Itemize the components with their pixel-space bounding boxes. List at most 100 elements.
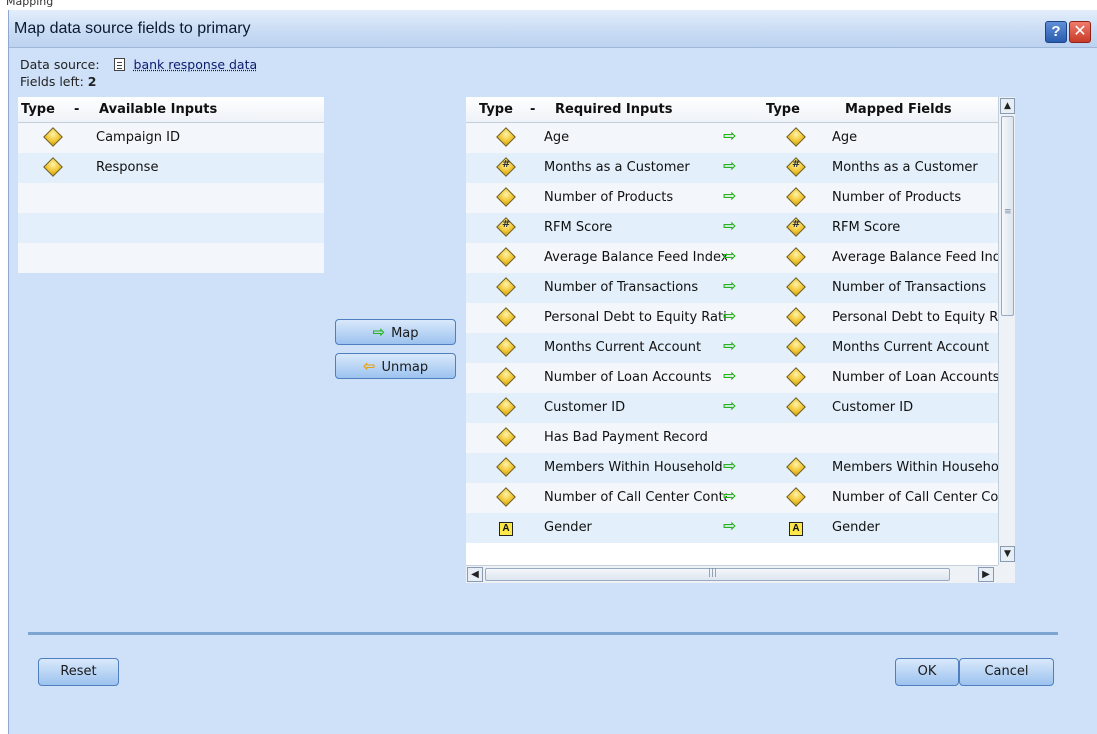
mapped-field-name[interactable]: Gender (832, 520, 998, 535)
available-input-name: Response (96, 160, 159, 175)
col-type-header[interactable]: Type (479, 102, 513, 117)
vertical-scrollbar[interactable]: ▲ ≡ ▼ (998, 97, 1015, 565)
required-input-name: Members Within Household (544, 460, 723, 475)
scroll-right-button[interactable]: ▶ (978, 567, 994, 582)
a-box-icon: A (789, 522, 803, 536)
mapped-type-cell (786, 277, 806, 298)
data-source-row: Data source: bank response data (20, 57, 257, 72)
horizontal-scrollbar[interactable]: ◀ ||| ▶ (466, 565, 998, 583)
required-input-name: RFM Score (544, 220, 613, 235)
diamond-icon (43, 127, 63, 147)
diamond-icon (786, 457, 806, 477)
mapped-field-name[interactable]: Number of Loan Accounts (832, 370, 998, 385)
diamond-icon (496, 277, 516, 297)
type-cell (496, 247, 516, 268)
col-available-inputs-header[interactable]: Available Inputs (99, 102, 217, 117)
scroll-left-button[interactable]: ◀ (467, 567, 483, 582)
mapped-field-name[interactable]: Number of Transactions (832, 280, 998, 295)
diamond-icon (496, 337, 516, 357)
sort-indicator: - (74, 102, 80, 117)
diamond-icon (43, 157, 63, 177)
mapped-type-cell (789, 159, 803, 178)
table-row[interactable]: Personal Debt to Equity Ratio ⇨ Personal D… (466, 303, 998, 333)
col-required-inputs-header[interactable]: Required Inputs (555, 102, 673, 117)
type-cell (496, 277, 516, 298)
diamond-icon (786, 247, 806, 267)
table-row[interactable]: Number of Transactions ⇨ Number of Transac… (466, 273, 998, 303)
required-inputs-table: Type - Required Inputs Type Mapped Field… (466, 97, 998, 565)
type-cell: A (499, 520, 513, 536)
a-box-icon: A (499, 522, 513, 536)
ok-button[interactable]: OK (895, 658, 959, 686)
mapped-field-name[interactable]: Members Within Household (832, 460, 998, 475)
cancel-button[interactable]: Cancel (959, 658, 1054, 686)
available-inputs-header: Type - Available Inputs (18, 97, 324, 123)
titlebar: Map data source fields to primary ? ✕ (9, 10, 1097, 48)
data-source-link[interactable]: bank response data (134, 57, 258, 72)
mapped-field-name[interactable]: Average Balance Feed Index (832, 250, 998, 265)
table-row[interactable]: Number of Call Center Contacts⇨Number of… (466, 483, 998, 513)
diamond-icon (786, 337, 806, 357)
reset-button[interactable]: Reset (38, 658, 119, 686)
table-row[interactable]: Age ⇨ Age (466, 123, 998, 153)
table-row[interactable]: Members Within Household ⇨ Members Within … (466, 453, 998, 483)
arrow-right-icon: ⇨ (372, 323, 386, 341)
file-icon (113, 58, 125, 71)
table-row[interactable]: Number of Products ⇨ Number of Products (466, 183, 998, 213)
scroll-down-button[interactable]: ▼ (1000, 546, 1015, 562)
map-button[interactable]: ⇨ Map (335, 319, 456, 345)
scroll-up-button[interactable]: ▲ (1000, 98, 1015, 114)
mapped-field-name[interactable]: Personal Debt to Equity Ratio (832, 310, 998, 325)
mapped-field-name[interactable]: Number of Products (832, 190, 998, 205)
hscroll-thumb[interactable]: ||| (485, 568, 950, 581)
list-item[interactable]: Response (18, 153, 324, 183)
unmap-button[interactable]: ⇦ Unmap (335, 353, 456, 379)
required-input-name: Months as a Customer (544, 160, 690, 175)
diamond-hash-icon (789, 219, 803, 234)
diamond-icon (496, 397, 516, 417)
mapped-field-name[interactable]: RFM Score (832, 220, 998, 235)
type-cell (499, 219, 513, 238)
grip-icon: ||| (708, 568, 718, 578)
mapped-type-cell (786, 307, 806, 328)
type-cell (496, 427, 516, 448)
table-row[interactable]: RFM Score ⇨ RFM Score (466, 213, 998, 243)
table-row[interactable]: A Gender ⇨ A Gender (466, 513, 998, 543)
table-row[interactable]: Has Bad Payment Record (466, 423, 998, 453)
table-row[interactable]: Customer ID ⇨ Customer ID (466, 393, 998, 423)
table-row[interactable]: Number of Loan Accounts ⇨ Number of Loan A… (466, 363, 998, 393)
mapped-field-name[interactable]: Months as a Customer (832, 160, 998, 175)
mapped-field-name[interactable]: Months Current Account (832, 340, 998, 355)
table-row[interactable]: Months Current Account ⇨ Months Current Ac… (466, 333, 998, 363)
table-row[interactable]: Average Balance Feed Index ⇨ Average Balan… (466, 243, 998, 273)
diamond-icon (496, 127, 516, 147)
mapped-field-name[interactable]: Age (832, 130, 998, 145)
col-mapped-type-header[interactable]: Type (766, 102, 800, 117)
mapped-arrow-icon: ⇨ (723, 126, 737, 145)
diamond-icon (496, 457, 516, 477)
table-row[interactable]: Months as a Customer ⇨ Months as a Custome… (466, 153, 998, 183)
col-mapped-fields-header[interactable]: Mapped Fields (845, 102, 952, 117)
type-cell (496, 337, 516, 358)
diamond-icon (786, 127, 806, 147)
close-button[interactable]: ✕ (1069, 21, 1091, 43)
mapped-arrow-icon: ⇨ (723, 276, 737, 295)
type-cell (496, 397, 516, 418)
diamond-icon (496, 487, 516, 507)
required-input-name: Number of Transactions (544, 280, 699, 295)
top-strip-text: Mapping (6, 0, 54, 8)
required-input-name: Age (544, 130, 570, 145)
unmap-button-label: Unmap (381, 360, 429, 375)
mapped-field-name[interactable]: Number of Call Center Contacts (832, 490, 998, 505)
required-input-name: Personal Debt to Equity Ratio (544, 310, 727, 325)
mapped-field-name[interactable]: Customer ID (832, 400, 998, 415)
diamond-hash-icon (499, 159, 513, 174)
mapped-arrow-icon: ⇨ (723, 306, 737, 325)
grip-icon: ≡ (1004, 207, 1012, 217)
help-button[interactable]: ? (1045, 21, 1067, 43)
col-type-header[interactable]: Type (21, 102, 55, 117)
mapped-arrow-icon: ⇨ (723, 366, 737, 385)
diamond-icon (496, 247, 516, 267)
scroll-thumb[interactable]: ≡ (1001, 116, 1014, 316)
list-item[interactable]: Campaign ID (18, 123, 324, 153)
